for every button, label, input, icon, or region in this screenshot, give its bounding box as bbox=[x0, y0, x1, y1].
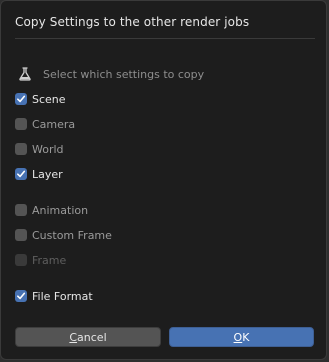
option-label: Camera bbox=[32, 117, 76, 131]
checkbox-checked-icon[interactable] bbox=[15, 168, 27, 180]
option-label: Frame bbox=[32, 253, 67, 267]
ok-label: K bbox=[242, 330, 250, 344]
option-world[interactable]: World bbox=[15, 141, 64, 157]
cancel-mnemonic: C bbox=[69, 330, 78, 344]
checkbox-unchecked-icon[interactable] bbox=[15, 204, 27, 216]
checkbox-unchecked-icon[interactable] bbox=[15, 143, 27, 155]
subtitle-text: Select which settings to copy bbox=[43, 67, 205, 81]
copy-settings-dialog: Copy Settings to the other render jobs S… bbox=[0, 0, 327, 360]
option-animation[interactable]: Animation bbox=[15, 202, 88, 218]
checkbox-checked-icon[interactable] bbox=[15, 290, 27, 302]
dialog-title: Copy Settings to the other render jobs bbox=[15, 15, 250, 29]
option-label: Scene bbox=[32, 92, 66, 106]
ok-button[interactable]: OK bbox=[169, 327, 314, 347]
option-label: World bbox=[32, 142, 64, 156]
option-file-format[interactable]: File Format bbox=[15, 288, 93, 304]
option-label: Animation bbox=[32, 203, 89, 217]
title-divider bbox=[15, 38, 315, 39]
ok-mnemonic: O bbox=[233, 330, 243, 344]
option-layer[interactable]: Layer bbox=[15, 166, 63, 182]
option-label: Custom Frame bbox=[32, 228, 112, 242]
checkbox-disabled-icon bbox=[15, 254, 27, 266]
option-frame: Frame bbox=[15, 252, 66, 268]
option-label: Layer bbox=[32, 167, 63, 181]
dialog-subtitle: Select which settings to copy bbox=[17, 65, 204, 83]
option-scene[interactable]: Scene bbox=[15, 91, 66, 107]
checkbox-unchecked-icon[interactable] bbox=[15, 229, 27, 241]
option-custom-frame[interactable]: Custom Frame bbox=[15, 227, 112, 243]
cancel-button[interactable]: Cancel bbox=[15, 327, 161, 347]
flask-icon bbox=[17, 66, 33, 82]
option-label: File Format bbox=[32, 289, 93, 303]
checkbox-unchecked-icon[interactable] bbox=[15, 118, 27, 130]
checkbox-checked-icon[interactable] bbox=[15, 93, 27, 105]
cancel-label: ancel bbox=[77, 330, 107, 344]
option-camera[interactable]: Camera bbox=[15, 116, 75, 132]
